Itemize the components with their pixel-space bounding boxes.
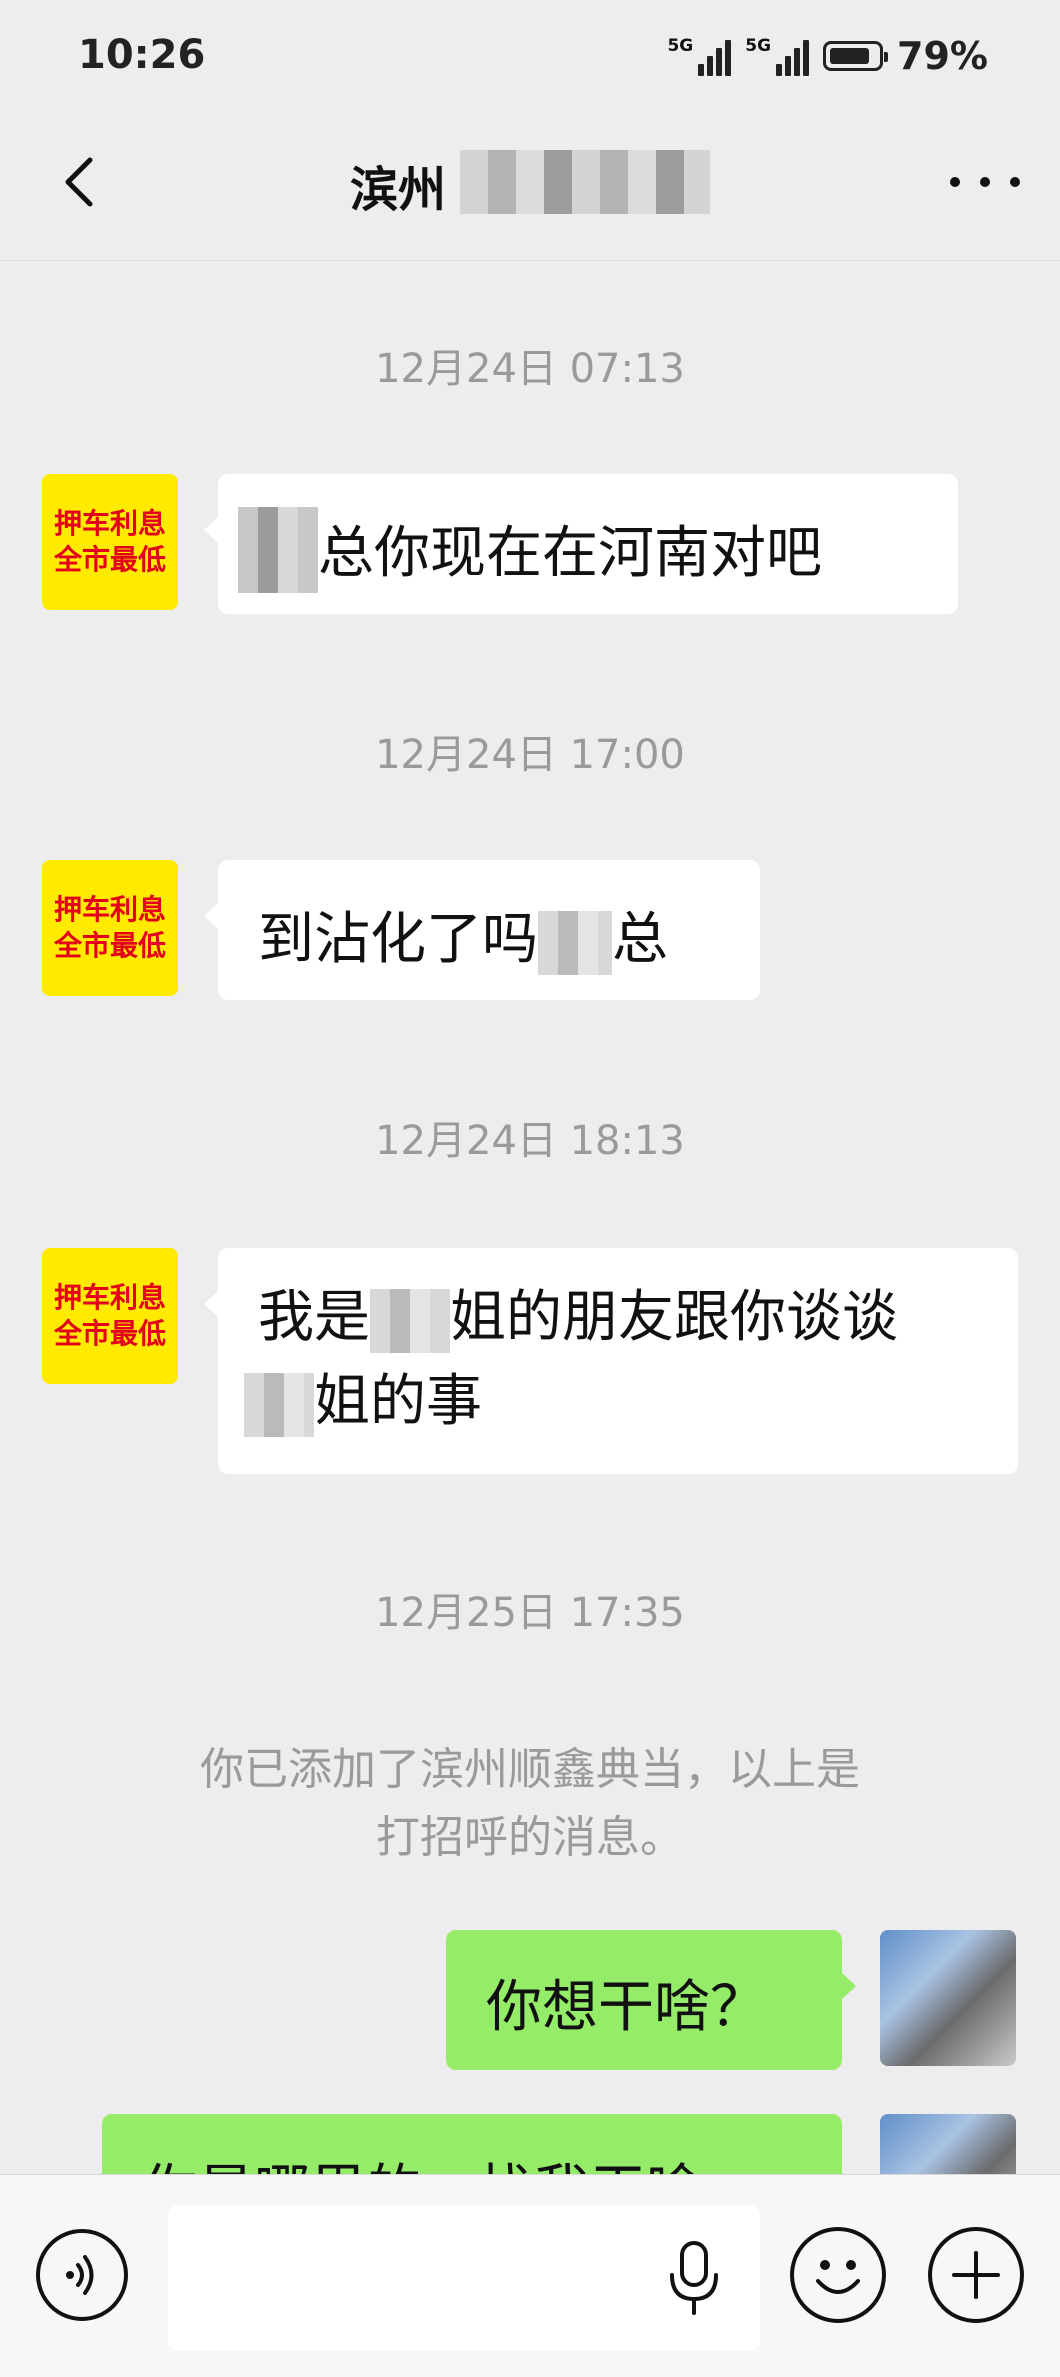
contact-avatar[interactable]: 押车利息 全市最低 (42, 474, 178, 610)
incoming-message-bubble[interactable]: 到沾化了吗 总 (204, 860, 760, 1000)
message-timestamp: 12月24日 07:13 (375, 346, 685, 392)
incoming-message-bubble[interactable]: 总你现在在河南对吧 (204, 474, 958, 614)
status-bar: 10:26 5G 5G 79% (0, 0, 1060, 120)
more-dots-icon[interactable] (950, 170, 1020, 194)
status-indicators: 5G 5G 79% (667, 34, 988, 78)
message-line: 姐的事 (244, 1360, 978, 1444)
blur-mask (538, 910, 612, 975)
message-line: 我是 姐的朋友跟你谈谈 (258, 1276, 978, 1360)
message-timestamp: 12月24日 17:00 (375, 732, 685, 778)
title-blur-mask (460, 150, 710, 214)
signal-5g-icon: 5G (667, 36, 732, 76)
chevron-left-icon[interactable] (52, 152, 112, 212)
contact-avatar[interactable]: 押车利息 全市最低 (42, 860, 178, 996)
message-timestamp: 12月24日 18:13 (375, 1118, 685, 1164)
blur-mask (244, 1372, 314, 1437)
chat-title: 滨州 (350, 162, 447, 218)
outgoing-message-bubble[interactable]: 你想干啥？ (446, 1930, 856, 2070)
emoji-glyph (816, 2260, 860, 2294)
message-text: 到沾化了吗 (258, 907, 538, 972)
chat-header: 滨州 (0, 120, 1060, 261)
signal-5g-icon: 5G (745, 36, 810, 76)
my-avatar[interactable] (880, 1930, 1016, 2066)
message-text: 总 (612, 907, 668, 972)
blur-mask (238, 506, 318, 593)
plus-glyph (952, 2251, 1000, 2299)
microphone-icon[interactable] (664, 2237, 724, 2317)
plus-icon[interactable] (928, 2227, 1024, 2323)
chat-input-bar (0, 2174, 1060, 2377)
incoming-message-bubble[interactable]: 我是 姐的朋友跟你谈谈 姐的事 (204, 1248, 1018, 1474)
contact-avatar[interactable]: 押车利息 全市最低 (42, 1248, 178, 1384)
voice-wave-glyph (66, 2255, 94, 2295)
status-time: 10:26 (78, 32, 206, 78)
emoji-smile-icon[interactable] (790, 2227, 886, 2323)
battery-icon (823, 41, 889, 71)
voice-wave-icon[interactable] (36, 2229, 128, 2321)
message-timestamp: 12月25日 17:35 (375, 1590, 685, 1636)
blur-mask (370, 1288, 450, 1353)
message-text: 你想干啥？ (486, 1975, 766, 2040)
message-text: 总你现在在河南对吧 (318, 521, 822, 586)
system-note: 你已添加了滨州顺鑫典当，以上是 打招呼的消息。 (200, 1744, 860, 1863)
battery-percent: 79% (897, 34, 988, 78)
